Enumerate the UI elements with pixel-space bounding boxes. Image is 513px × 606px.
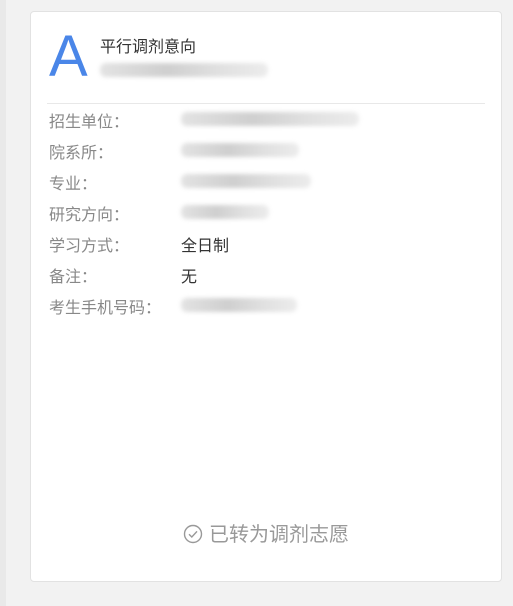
redacted-value bbox=[181, 143, 299, 157]
redacted-value bbox=[181, 112, 359, 126]
field-label: 招生单位： bbox=[49, 112, 130, 131]
redacted-value bbox=[181, 174, 311, 188]
redacted-subtitle bbox=[100, 63, 268, 77]
redacted-value bbox=[181, 298, 297, 312]
field-label: 院系所： bbox=[49, 143, 114, 162]
field-label: 研究方向： bbox=[49, 205, 130, 224]
card-title: 平行调剂意向 bbox=[100, 37, 197, 56]
field-value: 全日制 bbox=[181, 236, 230, 255]
status-message: 已转为调剂志愿 bbox=[31, 518, 501, 549]
status-text: 已转为调剂志愿 bbox=[209, 522, 349, 546]
left-border bbox=[0, 0, 6, 606]
check-circle-icon bbox=[183, 524, 203, 549]
field-label: 专业： bbox=[49, 174, 98, 193]
divider bbox=[47, 103, 485, 104]
field-label: 学习方式： bbox=[49, 236, 130, 255]
choice-letter: A bbox=[49, 24, 88, 89]
field-label: 考生手机号码： bbox=[49, 298, 162, 317]
field-label: 备注： bbox=[49, 267, 98, 286]
field-value: 无 bbox=[181, 267, 198, 286]
redacted-value bbox=[181, 205, 269, 219]
adjustment-intention-card: A 平行调剂意向 招生单位： 院系所： 专业： 研究方向： 学习方式： 全日制 … bbox=[30, 11, 502, 582]
